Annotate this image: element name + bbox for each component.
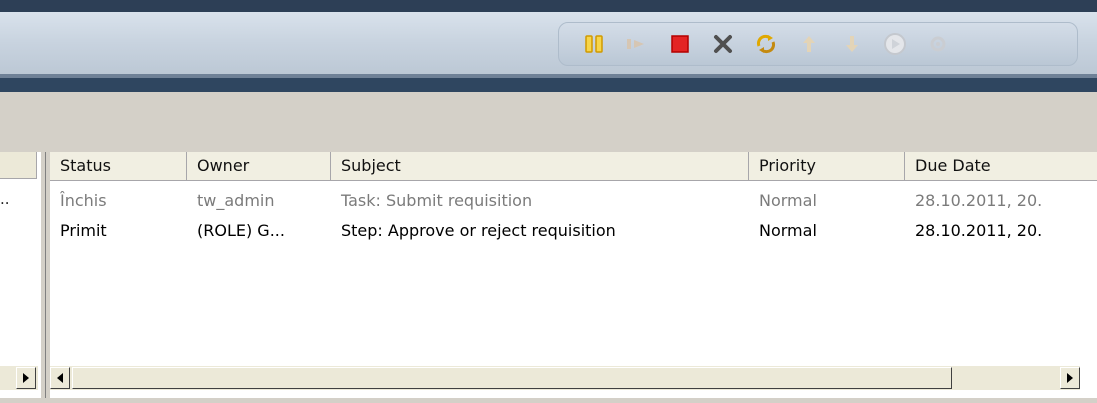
run-icon (884, 33, 906, 55)
left-pane: .. (0, 152, 40, 398)
panel-header (0, 92, 1097, 152)
step-button[interactable] (624, 31, 650, 57)
delete-button[interactable] (710, 31, 736, 57)
step-icon (627, 39, 644, 49)
process-toolbar (558, 22, 1078, 66)
title-band (0, 0, 1097, 92)
column-header-status[interactable]: Status (50, 152, 187, 180)
cell-subject: Task: Submit requisition (341, 191, 533, 210)
scrollbar-thumb[interactable] (72, 367, 952, 389)
column-header-subject[interactable]: Subject (331, 152, 749, 180)
cell-priority: Normal (759, 221, 817, 240)
table-horizontal-scrollbar[interactable] (50, 366, 1080, 390)
column-header-priority[interactable]: Priority (749, 152, 905, 180)
arrow-left-icon (57, 373, 63, 383)
column-header-due-date[interactable]: Due Date (905, 152, 1097, 180)
bottom-border (0, 398, 1097, 403)
settings-icon (930, 36, 946, 52)
left-horizontal-scrollbar[interactable] (0, 366, 38, 390)
refresh-icon (757, 34, 775, 54)
move-down-button[interactable] (839, 31, 865, 57)
settings-button[interactable] (925, 31, 951, 57)
pane-splitter[interactable] (40, 152, 46, 398)
cell-priority: Normal (759, 191, 817, 210)
cell-status: Închis (60, 191, 107, 210)
cell-owner: tw_admin (197, 191, 275, 210)
left-row-truncated-text: .. (0, 190, 10, 208)
left-scroll-right-button[interactable] (16, 367, 36, 389)
arrow-right-icon (23, 373, 29, 383)
table-header: Status Owner Subject Priority Due Date (50, 152, 1097, 181)
scroll-right-button[interactable] (1060, 367, 1080, 389)
scroll-left-button[interactable] (50, 367, 70, 389)
pause-icon (585, 35, 603, 53)
move-down-icon (846, 36, 858, 52)
cell-owner: (ROLE) G... (197, 221, 285, 240)
move-up-icon (803, 36, 815, 52)
left-column-header[interactable] (0, 152, 37, 179)
delete-icon (714, 35, 732, 53)
task-table: Status Owner Subject Priority Due Date Î… (50, 152, 1097, 398)
table-row[interactable]: Închis tw_admin Task: Submit requisition… (50, 186, 1097, 216)
table-row[interactable]: Primit (ROLE) G... Step: Approve or reje… (50, 216, 1097, 246)
cell-due-date: 28.10.2011, 20. (915, 191, 1043, 210)
move-up-button[interactable] (796, 31, 822, 57)
column-header-owner[interactable]: Owner (187, 152, 331, 180)
cell-subject: Step: Approve or reject requisition (341, 221, 616, 240)
pause-button[interactable] (581, 31, 607, 57)
cell-due-date: 28.10.2011, 20. (915, 221, 1043, 240)
stop-button[interactable] (667, 31, 693, 57)
run-button[interactable] (882, 31, 908, 57)
refresh-button[interactable] (753, 31, 779, 57)
stop-icon (671, 35, 689, 53)
cell-status: Primit (60, 221, 107, 240)
arrow-right-icon (1067, 373, 1073, 383)
band-bottom (0, 78, 1097, 92)
